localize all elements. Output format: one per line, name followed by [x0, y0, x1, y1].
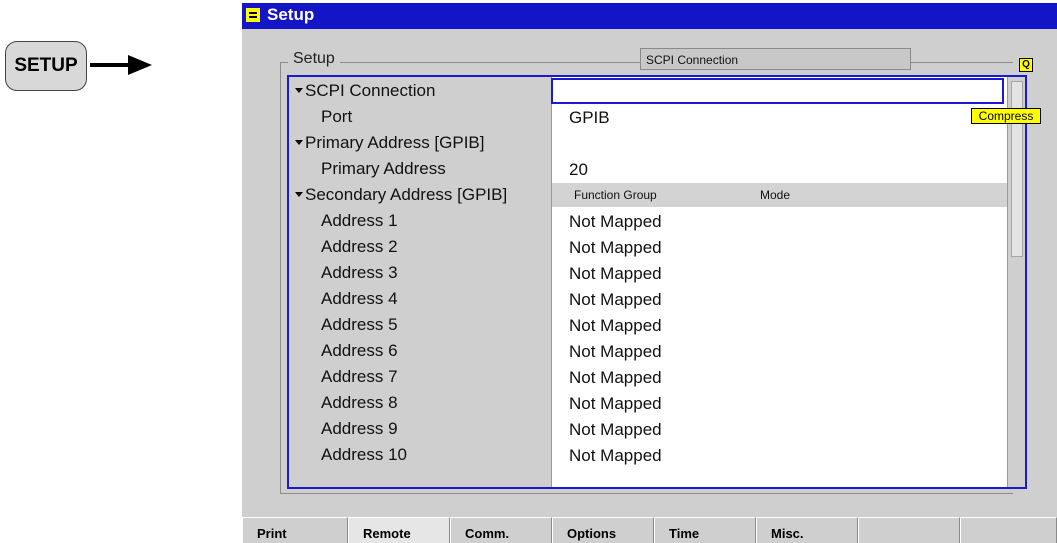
menu-icon[interactable] [246, 8, 260, 22]
tab-options[interactable]: Options [552, 517, 654, 543]
tab-print[interactable]: Print [242, 517, 348, 543]
q-icon[interactable]: Q [1019, 58, 1033, 72]
tab-remote[interactable]: Remote [348, 517, 450, 543]
compress-button[interactable]: Compress [971, 108, 1041, 124]
setup-hardkey[interactable]: SETUP [5, 41, 87, 91]
tab-empty[interactable] [960, 517, 1057, 543]
setup-window: Setup Setup SCPI Connection Q SCPI Conne… [242, 3, 1057, 543]
arrow-right-icon [90, 55, 152, 75]
tab-misc[interactable]: Misc. [756, 517, 858, 543]
selection-field: SCPI Connection [640, 48, 911, 70]
tab-empty[interactable] [858, 517, 960, 543]
title-bar: Setup [242, 3, 1057, 29]
table-focus-frame [287, 75, 1027, 489]
window-title: Setup [267, 5, 315, 24]
softkey-tabs: Print Remote Comm. Options Time Misc. [242, 517, 1057, 543]
tab-comm[interactable]: Comm. [450, 517, 552, 543]
tab-time[interactable]: Time [654, 517, 756, 543]
group-label: Setup [288, 50, 340, 68]
